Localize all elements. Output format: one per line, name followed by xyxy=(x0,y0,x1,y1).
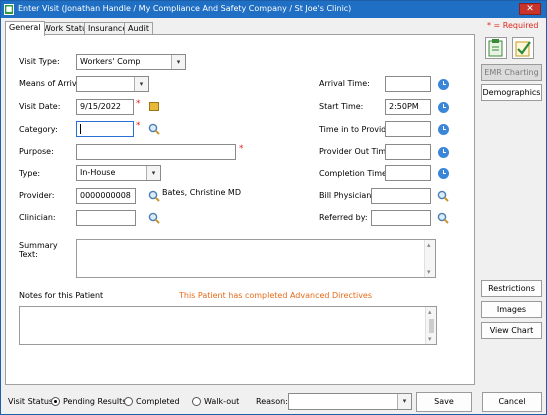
required-marker: * xyxy=(136,99,141,109)
enter-visit-window: ■ Enter Visit (Jonathan Handle / My Comp… xyxy=(0,0,547,415)
arrival-time-input[interactable] xyxy=(385,76,431,92)
clock-icon[interactable] xyxy=(438,79,449,90)
notes-scrollbar[interactable]: ▴ ▾ xyxy=(425,307,436,344)
visit-type-select[interactable]: Workers' Comp ▾ xyxy=(76,54,186,70)
provider-out-time-input[interactable] xyxy=(385,144,431,160)
required-legend: * = Required xyxy=(487,21,539,30)
demographics-button[interactable]: Demographics xyxy=(481,84,542,101)
bill-physician-input[interactable] xyxy=(371,188,431,204)
completion-time-label: Completion Time: xyxy=(319,169,390,178)
clock-icon[interactable] xyxy=(438,147,449,158)
scroll-up-icon[interactable]: ▴ xyxy=(428,308,432,316)
calendar-icon[interactable] xyxy=(149,102,159,111)
search-icon[interactable] xyxy=(437,190,449,202)
provider-label: Provider: xyxy=(19,191,55,200)
images-button[interactable]: Images xyxy=(481,301,542,318)
completed-label[interactable]: Completed xyxy=(136,397,180,406)
radio-pending-results[interactable] xyxy=(51,397,60,406)
chevron-down-icon: ▾ xyxy=(397,394,411,409)
time-in-to-provider-input[interactable] xyxy=(385,121,431,137)
clinician-input[interactable] xyxy=(76,210,136,226)
search-icon[interactable] xyxy=(148,123,160,135)
provider-name: Bates, Christine MD xyxy=(162,188,241,197)
referred-by-label: Referred by: xyxy=(319,213,368,222)
search-icon[interactable] xyxy=(148,212,160,224)
visit-status-label: Visit Status: xyxy=(8,397,56,406)
summary-text-label-1: Summary xyxy=(19,241,58,250)
view-chart-button[interactable]: View Chart xyxy=(481,322,542,339)
type-select[interactable]: In-House ▾ xyxy=(76,165,161,181)
category-label: Category: xyxy=(19,125,58,134)
required-marker: * xyxy=(136,121,141,131)
required-marker: * xyxy=(239,144,244,154)
close-button[interactable]: ✕ xyxy=(519,3,541,15)
scroll-down-icon[interactable]: ▾ xyxy=(427,268,431,276)
provider-input[interactable]: 0000000008 xyxy=(76,188,136,204)
advanced-directives-message: This Patient has completed Advanced Dire… xyxy=(179,291,373,300)
referred-by-input[interactable] xyxy=(371,210,431,226)
visit-date-input[interactable]: 9/15/2022 xyxy=(76,99,134,115)
notes-area[interactable]: ▴ ▾ xyxy=(19,306,437,345)
status-bar: Visit Status: Pending Results Completed … xyxy=(1,388,546,414)
general-panel: Visit Type: Workers' Comp ▾ Means of Arr… xyxy=(5,34,475,385)
app-icon: ■ xyxy=(4,4,14,15)
type-label: Type: xyxy=(19,169,41,178)
reason-label: Reason: xyxy=(256,397,288,406)
text-caret xyxy=(80,123,81,134)
summary-scrollbar[interactable]: ▴ ▾ xyxy=(424,240,435,277)
walk-out-label[interactable]: Walk-out xyxy=(204,397,239,406)
chevron-down-icon: ▾ xyxy=(171,55,185,69)
provider-out-time-label: Provider Out Time: xyxy=(319,147,394,156)
clipboard-icon[interactable] xyxy=(485,37,507,59)
completion-time-input[interactable] xyxy=(385,165,431,181)
purpose-label: Purpose: xyxy=(19,147,54,156)
tab-general[interactable]: General xyxy=(5,21,45,36)
visit-type-label: Visit Type: xyxy=(19,57,60,66)
window-title: Enter Visit (Jonathan Handle / My Compli… xyxy=(18,4,352,13)
means-of-arrival-select[interactable]: ▾ xyxy=(76,76,149,92)
summary-text-label-2: Text: xyxy=(19,250,38,259)
emr-charting-button[interactable]: EMR Charting xyxy=(481,64,542,81)
category-input[interactable] xyxy=(76,121,134,137)
type-value: In-House xyxy=(80,168,116,177)
visit-date-label: Visit Date: xyxy=(19,102,61,111)
search-icon[interactable] xyxy=(437,212,449,224)
clock-icon[interactable] xyxy=(438,102,449,113)
scroll-thumb[interactable] xyxy=(429,319,434,333)
pending-results-label[interactable]: Pending Results xyxy=(63,397,126,406)
scroll-down-icon[interactable]: ▾ xyxy=(428,335,432,343)
notes-label: Notes for this Patient xyxy=(19,291,104,300)
radio-completed[interactable] xyxy=(124,397,133,406)
chevron-down-icon: ▾ xyxy=(146,166,160,180)
scroll-up-icon[interactable]: ▴ xyxy=(427,241,431,249)
clock-icon[interactable] xyxy=(438,124,449,135)
title-bar: ■ Enter Visit (Jonathan Handle / My Comp… xyxy=(1,1,546,18)
clinician-label: Clinician: xyxy=(19,213,56,222)
start-time-label: Start Time: xyxy=(319,102,364,111)
save-button[interactable]: Save xyxy=(416,392,472,412)
chevron-down-icon: ▾ xyxy=(134,77,148,91)
reason-select[interactable]: ▾ xyxy=(288,393,412,410)
purpose-input[interactable] xyxy=(76,144,236,160)
radio-walk-out[interactable] xyxy=(192,397,201,406)
clock-icon[interactable] xyxy=(438,168,449,179)
search-icon[interactable] xyxy=(148,190,160,202)
visit-type-value: Workers' Comp xyxy=(80,57,141,66)
checklist-icon[interactable] xyxy=(512,37,534,59)
summary-text-area[interactable]: ▴ ▾ xyxy=(76,239,436,278)
start-time-input[interactable]: 2:50PM xyxy=(385,99,431,115)
cancel-button[interactable]: Cancel xyxy=(482,392,542,412)
bill-physician-label: Bill Physician: xyxy=(319,191,375,200)
arrival-time-label: Arrival Time: xyxy=(319,79,370,88)
restrictions-button[interactable]: Restrictions xyxy=(481,280,542,297)
